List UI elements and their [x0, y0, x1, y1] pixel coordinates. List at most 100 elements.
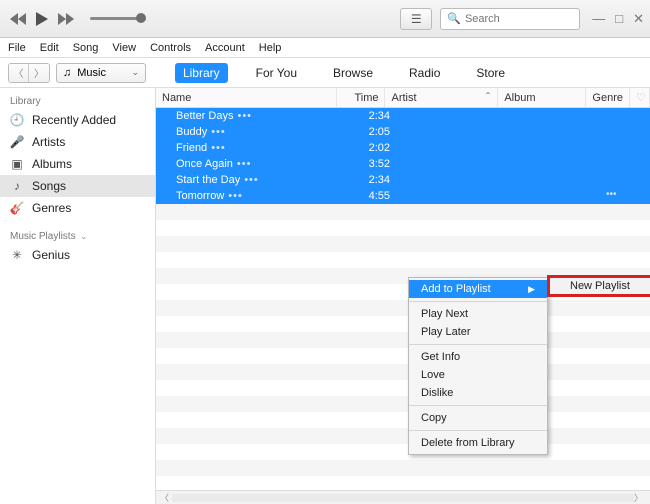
- submenu-new-playlist[interactable]: New Playlist: [547, 275, 650, 297]
- menu-account[interactable]: Account: [205, 42, 245, 54]
- empty-row: [156, 220, 650, 236]
- empty-row: [156, 364, 650, 380]
- table-row[interactable]: Tomorrow •••4:55•••: [156, 188, 650, 204]
- sidebar-library-header: Library: [0, 92, 155, 109]
- col-genre[interactable]: Genre: [586, 88, 630, 107]
- col-artist[interactable]: Artist⌃: [385, 88, 498, 107]
- empty-row: [156, 476, 650, 490]
- tab-radio[interactable]: Radio: [401, 63, 448, 83]
- sidebar-item-label: Albums: [32, 157, 72, 171]
- empty-row: [156, 460, 650, 476]
- titlebar: ☰ 🔍 — □ ✕: [0, 0, 650, 38]
- album-icon: ▣: [10, 157, 24, 171]
- empty-row: [156, 316, 650, 332]
- context-menu: Add to Playlist▶ Play Next Play Later Ge…: [408, 277, 548, 455]
- ctx-play-next[interactable]: Play Next: [409, 305, 547, 323]
- minimize-button[interactable]: —: [592, 11, 605, 27]
- sidebar-item-label: Recently Added: [32, 113, 116, 127]
- ctx-love[interactable]: Love: [409, 366, 547, 384]
- sidebar-item-label: Genius: [32, 248, 70, 262]
- more-icon[interactable]: •••: [211, 126, 226, 138]
- menu-help[interactable]: Help: [259, 42, 282, 54]
- list-view-button[interactable]: ☰: [400, 8, 432, 30]
- ctx-get-info[interactable]: Get Info: [409, 348, 547, 366]
- mic-icon: 🎤: [10, 135, 24, 149]
- sidebar-item-songs[interactable]: ♪Songs: [0, 175, 155, 197]
- column-headers: Name Time Artist⌃ Album Genre ♡: [156, 88, 650, 108]
- empty-row: [156, 252, 650, 268]
- music-note-icon: ♫: [63, 67, 71, 79]
- menu-controls[interactable]: Controls: [150, 42, 191, 54]
- maximize-button[interactable]: □: [615, 11, 623, 27]
- tab-browse[interactable]: Browse: [325, 63, 381, 83]
- next-track-button[interactable]: [56, 9, 76, 29]
- menu-song[interactable]: Song: [73, 42, 99, 54]
- chevron-updown-icon: ⌄: [131, 67, 139, 78]
- table-row[interactable]: Buddy •••2:05: [156, 124, 650, 140]
- sidebar-playlists-header[interactable]: Music Playlists ⌄: [0, 227, 155, 244]
- menu-file[interactable]: File: [8, 42, 26, 54]
- horizontal-scrollbar[interactable]: 〈 〉: [156, 490, 650, 504]
- more-icon[interactable]: •••: [228, 190, 243, 202]
- ctx-delete[interactable]: Delete from Library: [409, 434, 547, 452]
- sidebar-item-genres[interactable]: 🎸Genres: [0, 197, 155, 219]
- play-button[interactable]: [32, 9, 52, 29]
- scroll-right-icon[interactable]: 〉: [634, 491, 646, 504]
- more-icon[interactable]: •••: [211, 142, 226, 154]
- sidebar: Library 🕘Recently Added 🎤 Artists ▣ Albums…: [0, 88, 156, 504]
- ctx-add-to-playlist[interactable]: Add to Playlist▶: [409, 280, 547, 298]
- category-label: Music: [77, 67, 106, 79]
- sidebar-item-label: Artists: [32, 135, 65, 149]
- col-album[interactable]: Album: [498, 88, 586, 107]
- table-row[interactable]: Once Again •••3:52: [156, 156, 650, 172]
- category-selector[interactable]: ♫ Music ⌄: [56, 63, 146, 83]
- submenu-arrow-icon: ▶: [528, 284, 535, 295]
- empty-row: [156, 380, 650, 396]
- more-icon[interactable]: •••: [244, 174, 259, 186]
- tab-for-you[interactable]: For You: [248, 63, 305, 83]
- submenu-label: New Playlist: [570, 280, 630, 292]
- volume-slider[interactable]: [90, 17, 140, 20]
- empty-row: [156, 236, 650, 252]
- empty-row: [156, 300, 650, 316]
- genres-icon: 🎸: [10, 201, 24, 215]
- tab-library[interactable]: Library: [175, 63, 228, 83]
- col-name[interactable]: Name: [156, 88, 337, 107]
- menu-view[interactable]: View: [112, 42, 136, 54]
- ctx-dislike[interactable]: Dislike: [409, 384, 547, 402]
- table-row[interactable]: Friend •••2:02: [156, 140, 650, 156]
- nav-back-button[interactable]: 〈: [9, 64, 29, 82]
- scroll-left-icon[interactable]: 〈: [160, 491, 172, 504]
- search-input[interactable]: [465, 13, 607, 25]
- empty-row: [156, 396, 650, 412]
- close-button[interactable]: ✕: [633, 11, 644, 27]
- menu-edit[interactable]: Edit: [40, 42, 59, 54]
- tab-store[interactable]: Store: [468, 63, 513, 83]
- ctx-play-later[interactable]: Play Later: [409, 323, 547, 341]
- genius-icon: ✳: [10, 248, 24, 262]
- chevron-down-icon: ⌄: [80, 232, 87, 241]
- empty-row: [156, 412, 650, 428]
- sidebar-item-recently-added[interactable]: 🕘Recently Added: [0, 109, 155, 131]
- empty-row: [156, 348, 650, 364]
- sidebar-item-label: Songs: [32, 179, 66, 193]
- col-love[interactable]: ♡: [630, 88, 650, 107]
- ctx-copy[interactable]: Copy: [409, 409, 547, 427]
- empty-row: [156, 444, 650, 460]
- nav-forward-button[interactable]: 〉: [29, 64, 49, 82]
- prev-track-button[interactable]: [8, 9, 28, 29]
- table-row[interactable]: Start the Day •••2:34: [156, 172, 650, 188]
- search-field[interactable]: 🔍: [440, 8, 580, 30]
- empty-row: [156, 204, 650, 220]
- more-icon[interactable]: •••: [237, 110, 252, 122]
- search-icon: 🔍: [447, 12, 461, 25]
- col-time[interactable]: Time: [337, 88, 385, 107]
- sidebar-item-genius[interactable]: ✳ Genius: [0, 244, 155, 266]
- row-more-icon[interactable]: •••: [606, 189, 623, 200]
- table-row[interactable]: Better Days •••2:34: [156, 108, 650, 124]
- more-icon[interactable]: •••: [237, 158, 252, 170]
- menubar: File Edit Song View Controls Account Hel…: [0, 38, 650, 58]
- sidebar-item-albums[interactable]: ▣ Albums: [0, 153, 155, 175]
- section-tabs: Library For You Browse Radio Store: [146, 63, 542, 83]
- sidebar-item-artists[interactable]: 🎤 Artists: [0, 131, 155, 153]
